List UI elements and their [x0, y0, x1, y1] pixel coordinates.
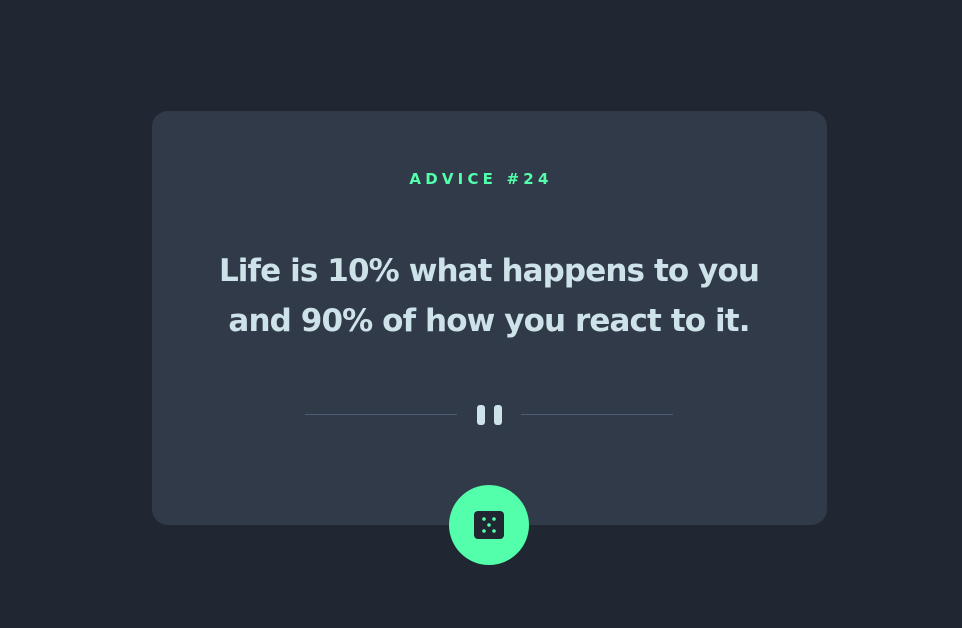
pause-bar [477, 405, 485, 425]
divider-line-left [305, 414, 457, 415]
pause-bar [494, 405, 502, 425]
dice-icon [474, 511, 504, 539]
advice-number: ADVICE #24 [409, 170, 553, 188]
divider-line-right [521, 414, 673, 415]
new-advice-button[interactable] [449, 485, 529, 565]
advice-quote: Life is 10% what happens to you and 90% … [218, 253, 760, 339]
pause-icon [476, 405, 504, 425]
